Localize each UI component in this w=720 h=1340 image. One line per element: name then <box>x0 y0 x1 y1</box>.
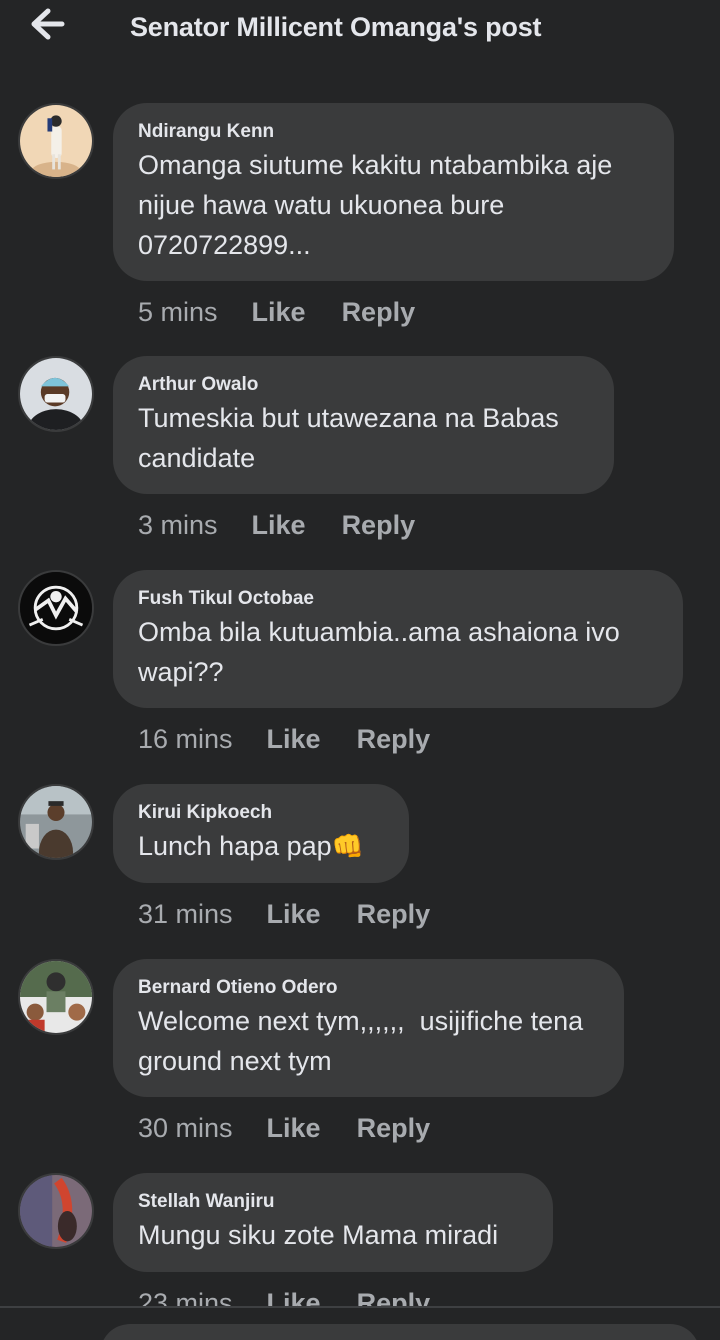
user-photo-icon <box>20 105 92 177</box>
comment-author[interactable]: Ndirangu Kenn <box>138 120 648 144</box>
comment-time: 31 mins <box>138 899 233 929</box>
comment-text: Mungu siku zote Mama miradi <box>138 1220 499 1250</box>
user-photo-icon <box>20 572 92 644</box>
comment-actions: 5 mins Like Reply <box>138 296 415 328</box>
comment-bubble: Fush Tikul Octobae Omba bila kutuambia..… <box>113 570 683 708</box>
avatar[interactable] <box>18 784 94 860</box>
comment-author[interactable]: Fush Tikul Octobae <box>138 587 657 611</box>
page-title: Senator Millicent Omanga's post <box>130 12 542 42</box>
like-button[interactable]: Like <box>252 510 306 540</box>
reply-button[interactable]: Reply <box>357 724 431 754</box>
comment-actions: 31 mins Like Reply <box>138 898 430 930</box>
fist-emoji-icon: 👊 <box>331 831 365 861</box>
comment-bubble: Kirui Kipkoech Lunch hapa pap👊 <box>113 784 409 883</box>
comment-composer <box>0 1308 720 1340</box>
comment-input[interactable] <box>100 1324 700 1340</box>
comment-bubble: Stellah Wanjiru Mungu siku zote Mama mir… <box>113 1173 553 1272</box>
user-photo-icon <box>20 961 92 1033</box>
header: Senator Millicent Omanga's post <box>0 0 720 60</box>
like-button[interactable]: Like <box>252 297 306 327</box>
comment-text: Tumeskia but utawezana na Babas candidat… <box>138 403 567 473</box>
like-button[interactable]: Like <box>267 1113 321 1143</box>
comment-text: Lunch hapa pap👊 <box>138 826 383 866</box>
comment-author[interactable]: Arthur Owalo <box>138 373 588 397</box>
comment-author[interactable]: Kirui Kipkoech <box>138 801 383 825</box>
reply-button[interactable]: Reply <box>357 899 431 929</box>
comment-text: Welcome next tym,,,,,, usijifiche tena g… <box>138 1006 591 1076</box>
user-photo-icon <box>20 1175 92 1247</box>
comment-text-body: Lunch hapa pap <box>138 831 332 861</box>
like-button[interactable]: Like <box>267 724 321 754</box>
avatar[interactable] <box>18 959 94 1035</box>
reply-button[interactable]: Reply <box>357 1113 431 1143</box>
comment-actions: 30 mins Like Reply <box>138 1112 430 1144</box>
comment-time: 3 mins <box>138 510 218 540</box>
comment-actions: 3 mins Like Reply <box>138 509 415 541</box>
avatar[interactable] <box>18 1173 94 1249</box>
arrow-left-icon <box>31 8 65 40</box>
comment-time: 30 mins <box>138 1113 233 1143</box>
user-photo-icon <box>20 786 92 858</box>
comment-actions: 16 mins Like Reply <box>138 723 430 755</box>
user-photo-icon <box>20 358 92 430</box>
comment-text: Omba bila kutuambia..ama ashaiona ivo wa… <box>138 617 628 687</box>
comment-time: 16 mins <box>138 724 233 754</box>
comment-text: Omanga siutume kakitu ntabambika aje nij… <box>138 150 620 260</box>
avatar[interactable] <box>18 356 94 432</box>
reply-button[interactable]: Reply <box>342 297 416 327</box>
avatar[interactable] <box>18 570 94 646</box>
comment-bubble: Arthur Owalo Tumeskia but utawezana na B… <box>113 356 614 494</box>
comment-time: 5 mins <box>138 297 218 327</box>
comment-author[interactable]: Stellah Wanjiru <box>138 1190 527 1214</box>
comment-author[interactable]: Bernard Otieno Odero <box>138 976 598 1000</box>
comment-bubble: Ndirangu Kenn Omanga siutume kakitu ntab… <box>113 103 674 281</box>
avatar[interactable] <box>18 103 94 179</box>
like-button[interactable]: Like <box>267 899 321 929</box>
back-button[interactable] <box>28 6 68 42</box>
comments-page: Senator Millicent Omanga's post Ndirangu… <box>0 0 720 1340</box>
reply-button[interactable]: Reply <box>342 510 416 540</box>
comment-bubble: Bernard Otieno Odero Welcome next tym,,,… <box>113 959 624 1097</box>
